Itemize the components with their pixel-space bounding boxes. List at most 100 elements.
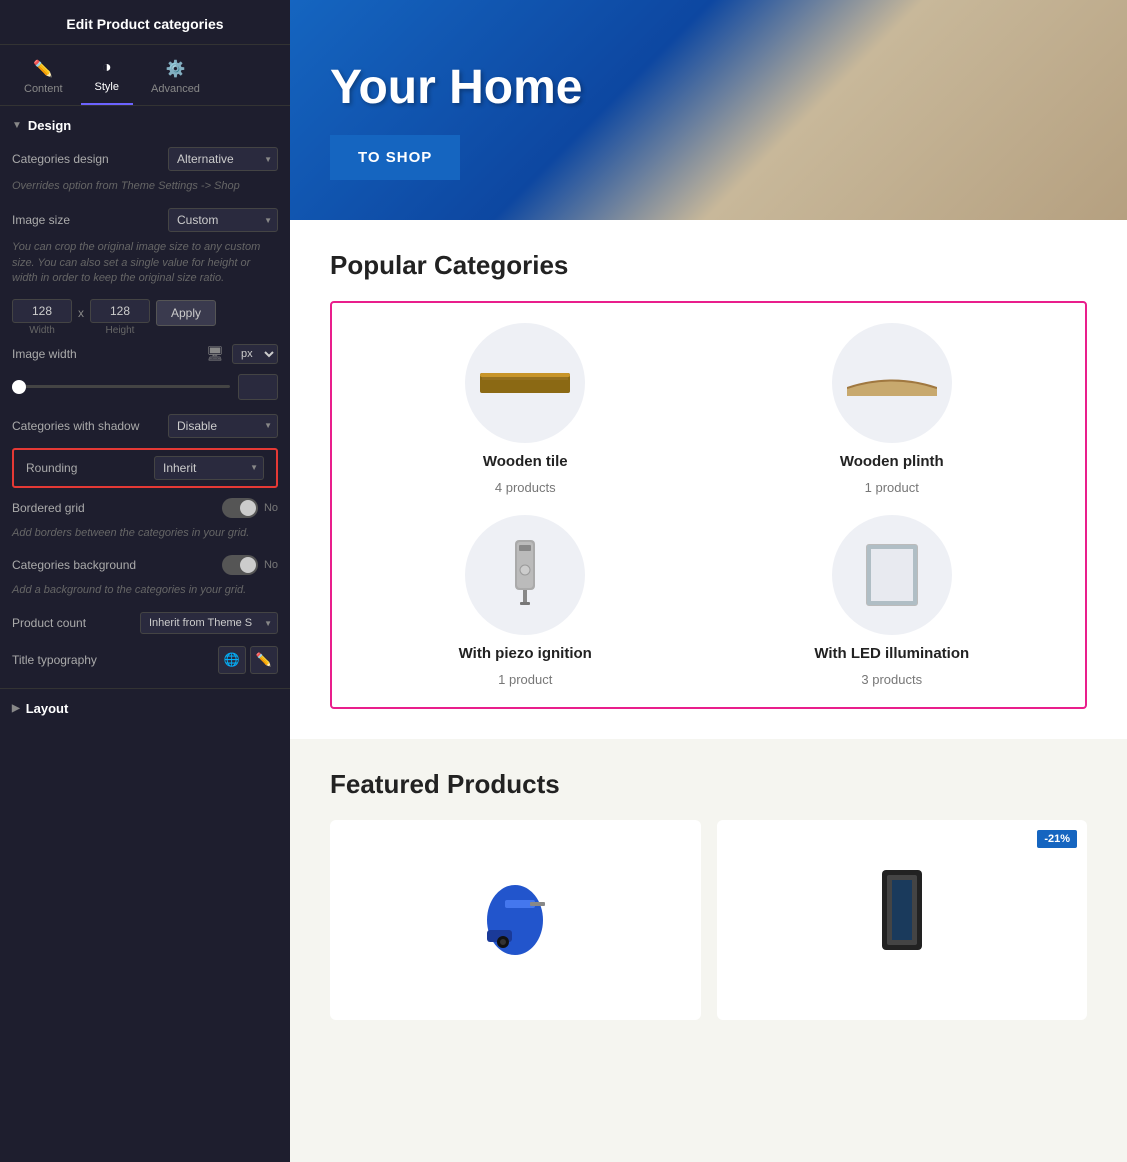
layout-section-header[interactable]: ▶ Layout [0,688,290,724]
typography-edit-button[interactable]: ✏️ [250,646,278,674]
height-label: Height [106,325,135,336]
product-card-2: -21% [717,820,1088,1020]
image-width-label: Image width [12,347,198,361]
design-section-header[interactable]: ▼ Design [0,106,290,141]
apply-button[interactable]: Apply [156,300,216,326]
category-card-piezo: With piezo ignition 1 product [352,515,699,687]
image-size-label: Image size [12,213,70,227]
category-image-wooden-plinth [832,323,952,443]
hero-shop-button[interactable]: TO SHOP [330,135,460,180]
popular-section: Popular Categories Wooden tile 4 product… [290,220,1127,739]
categories-bg-hint: Add a background to the categories in yo… [0,581,290,606]
category-count-1: 1 product [865,480,919,495]
design-section-label: Design [28,118,71,133]
categories-design-hint: Overrides option from Theme Settings -> … [0,177,290,202]
categories-bg-label: Categories background [12,558,136,572]
product-count-row: Product count Inherit from Theme S Show … [0,606,290,640]
wooden-tile-svg [480,363,570,403]
category-name-2: With piezo ignition [459,645,592,662]
bordered-grid-label: Bordered grid [12,501,85,515]
tab-style[interactable]: ◑ Style [81,53,133,105]
image-size-row: Image size Custom Thumbnail Medium Large [0,202,290,238]
category-name-0: Wooden tile [483,453,568,470]
right-panel: Your Home TO SHOP Popular Categories Woo… [290,0,1127,1162]
title-typography-row: Title typography 🌐 ✏️ [0,640,290,680]
slider-row [0,370,290,408]
product-count-label: Product count [12,616,86,630]
categories-bg-knob [240,557,256,573]
design-arrow-icon: ▼ [12,120,22,131]
size-inputs-row: Width x Height Apply [0,295,290,338]
bordered-grid-toggle-label: No [264,502,278,514]
width-label: Width [29,325,55,336]
height-input-group: Height [90,299,150,336]
width-input-group: Width [12,299,72,336]
category-name-1: Wooden plinth [840,453,944,470]
popular-title: Popular Categories [330,250,1087,281]
category-count-2: 1 product [498,672,552,687]
left-panel: Edit Product categories ✏️ Content ◑ Sty… [0,0,290,1162]
tab-bar: ✏️ Content ◑ Style ⚙️ Advanced [0,45,290,106]
bordered-grid-toggle[interactable] [222,498,258,518]
unit-select[interactable]: px % em [232,344,278,364]
layout-arrow-icon: ▶ [12,703,20,714]
wooden-plinth-svg [847,368,937,398]
advanced-icon: ⚙️ [166,59,186,79]
typography-buttons: 🌐 ✏️ [218,646,278,674]
height-input[interactable] [90,299,150,323]
rounding-label: Rounding [26,461,77,475]
bordered-grid-knob [240,500,256,516]
tab-content[interactable]: ✏️ Content [10,53,77,105]
categories-bg-toggle-label: No [264,559,278,571]
water-heater-svg [505,535,545,615]
image-width-row: Image width 🖥 px % em [0,338,290,370]
categories-grid: Wooden tile 4 products Wooden plinth 1 p… [352,323,1065,687]
rounding-select[interactable]: Inherit None Small Medium Large [154,456,264,480]
size-separator: x [78,306,84,320]
products-row: -21% [330,820,1087,1020]
width-input[interactable] [12,299,72,323]
rounding-select-wrapper: Inherit None Small Medium Large [154,456,264,480]
tab-advanced[interactable]: ⚙️ Advanced [137,53,214,105]
categories-bg-toggle-wrap: No [222,555,278,575]
product-count-select-wrapper: Inherit from Theme S Show Hide [140,612,278,634]
categories-shadow-select-wrapper: Disable Enable [168,414,278,438]
typography-globe-button[interactable]: 🌐 [218,646,246,674]
categories-shadow-label: Categories with shadow [12,419,139,433]
image-size-hint: You can crop the original image size to … [0,238,290,294]
categories-shadow-row: Categories with shadow Disable Enable [0,408,290,444]
slider-thumb[interactable] [12,380,26,394]
product2-svg [872,860,932,980]
title-typography-label: Title typography [12,653,97,667]
category-image-wooden-tile [465,323,585,443]
slider-value-input[interactable] [238,374,278,400]
rounding-row: Rounding Inherit None Small Medium Large [12,448,278,488]
categories-bg-toggle[interactable] [222,555,258,575]
tab-content-label: Content [24,83,63,95]
hero-title: Your Home [330,62,582,115]
hero-section: Your Home TO SHOP [290,0,1127,220]
categories-design-select[interactable]: Alternative Default Classic [168,147,278,171]
category-count-3: 3 products [861,672,922,687]
category-name-3: With LED illumination [814,645,969,662]
categories-design-select-wrapper: Alternative Default Classic [168,147,278,171]
category-count-0: 4 products [495,480,556,495]
tab-advanced-label: Advanced [151,83,200,95]
image-size-select[interactable]: Custom Thumbnail Medium Large [168,208,278,232]
product-count-select[interactable]: Inherit from Theme S Show Hide [140,612,278,634]
discount-badge: -21% [1037,830,1077,848]
category-image-piezo [465,515,585,635]
bordered-grid-toggle-wrap: No [222,498,278,518]
bordered-grid-hint: Add borders between the categories in yo… [0,524,290,549]
categories-grid-wrapper: Wooden tile 4 products Wooden plinth 1 p… [330,301,1087,709]
led-mirror-svg [862,540,922,610]
category-image-led [832,515,952,635]
slider-track[interactable] [12,385,230,388]
tab-style-label: Style [95,81,119,93]
bordered-grid-row: Bordered grid No [0,492,290,524]
categories-design-label: Categories design [12,152,109,166]
categories-shadow-select[interactable]: Disable Enable [168,414,278,438]
style-icon: ◑ [102,59,112,77]
layout-section-label: Layout [26,701,69,716]
content-icon: ✏️ [33,59,53,79]
